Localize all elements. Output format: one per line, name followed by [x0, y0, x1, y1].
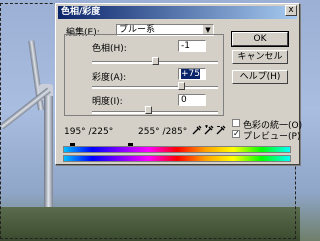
preview-label: プレビュー(P)	[243, 132, 301, 142]
saturation-slider-track[interactable]	[92, 86, 218, 89]
input-spectrum-bar	[63, 146, 291, 153]
saturation-label: 彩度(A):	[92, 73, 127, 83]
range-right-readout: 255° /285°	[138, 127, 188, 137]
close-button[interactable]: x	[285, 5, 297, 16]
ok-button[interactable]: OK	[231, 31, 289, 47]
saturation-value: +75	[181, 69, 200, 79]
hue-saturation-dialog: 色相/彩度 x 編集(E): ブルー系 ▼ 色相(H): -1 彩度(A): +…	[55, 3, 302, 165]
hue-label: 色相(H):	[92, 44, 127, 54]
hue-field[interactable]: -1	[178, 40, 206, 52]
lightness-slider-track[interactable]	[92, 111, 218, 114]
saturation-field[interactable]: +75	[178, 68, 206, 80]
eyedropper-plus-icon[interactable]	[204, 125, 214, 135]
eyedropper-icon[interactable]	[192, 125, 202, 135]
lightness-slider-thumb[interactable]	[145, 106, 152, 114]
lightness-field[interactable]: 0	[178, 94, 206, 106]
dialog-title: 色相/彩度	[58, 6, 297, 19]
lightness-label: 明度(I):	[92, 97, 123, 107]
saturation-slider-thumb[interactable]	[178, 82, 185, 90]
colorize-checkbox[interactable]	[232, 119, 240, 127]
output-spectrum-bar	[63, 155, 291, 162]
lightness-value: 0	[181, 95, 187, 105]
preview-checkbox[interactable]: ✓	[232, 130, 240, 138]
hue-slider-thumb[interactable]	[152, 57, 159, 65]
cancel-button[interactable]: キャンセル	[232, 50, 288, 64]
range-left-readout: 195° /225°	[64, 127, 114, 137]
help-button[interactable]: ヘルプ(H)	[232, 70, 288, 84]
hue-value: -1	[181, 41, 190, 51]
eyedropper-minus-icon[interactable]	[216, 125, 226, 135]
